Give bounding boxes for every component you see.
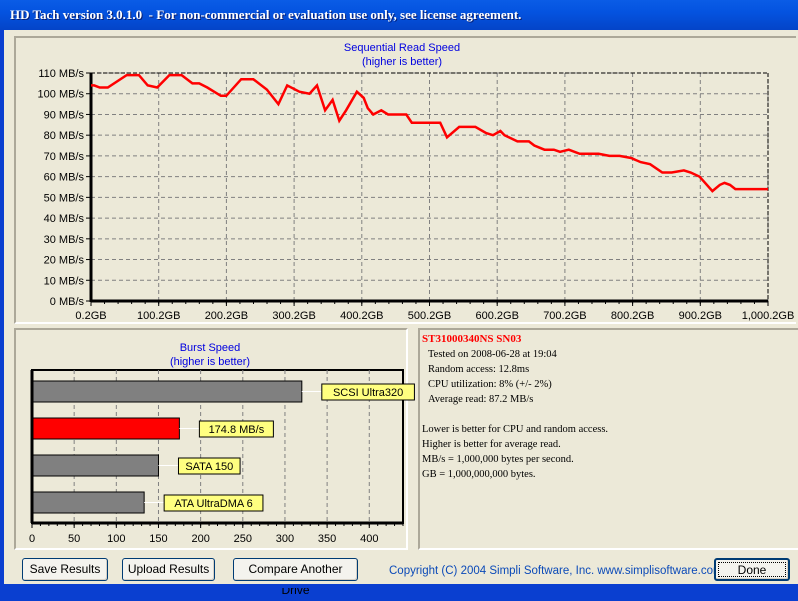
bar-label: SATA 150 xyxy=(185,461,233,473)
x-tick-label: 0 xyxy=(29,533,35,545)
x-tick-label: 250 xyxy=(234,533,252,545)
x-tick-label: 100 xyxy=(107,533,125,545)
note-line: Lower is better for CPU and random acces… xyxy=(422,424,609,435)
x-tick-label: 150 xyxy=(149,533,167,545)
random-access: Random access: 12.8ms xyxy=(428,364,530,375)
burst-bar xyxy=(31,417,180,440)
burst-bar xyxy=(31,491,145,514)
done-button[interactable]: Done xyxy=(714,558,790,581)
bar-label: 174.8 MB/s xyxy=(209,424,265,436)
x-tick-label: 400 xyxy=(360,533,378,545)
x-tick-label: 300 xyxy=(276,533,294,545)
save-results-button[interactable]: Save Results xyxy=(22,558,108,581)
x-tick-label: 900.2GB xyxy=(679,310,722,322)
upload-results-label: Upload Results xyxy=(127,562,210,576)
note-line: GB = 1,000,000,000 bytes. xyxy=(422,469,536,480)
cpu-utilization: CPU utilization: 8% (+/- 2%) xyxy=(428,379,552,390)
save-results-label: Save Results xyxy=(29,562,101,576)
burst-speed-chart: 0 50 100 150 200 250 300 350 400 SCSI Ultra320 174… xyxy=(29,369,415,545)
upload-results-button[interactable]: Upload Results xyxy=(122,558,215,581)
bar-label: ATA UltraDMA 6 xyxy=(174,498,252,510)
x-tick-label: 350 xyxy=(318,533,336,545)
burst-bar xyxy=(31,454,159,477)
compare-drive-label: Compare Another Drive xyxy=(248,562,343,597)
test-date: Tested on 2008-06-28 at 19:04 xyxy=(428,349,557,360)
copyright-text: Copyright (C) 2004 Simpli Software, Inc.… xyxy=(389,565,723,577)
x-tick-label: 200 xyxy=(191,533,209,545)
x-tick-label: 1,000.2GB xyxy=(742,310,795,322)
burst-bar xyxy=(31,380,303,403)
x-tick-label: 800.2GB xyxy=(611,310,654,322)
window-bottom-border xyxy=(0,584,798,588)
x-tick-label: 700.2GB xyxy=(543,310,586,322)
drive-model: ST31000340NS SN03 xyxy=(422,333,522,345)
average-read: Average read: 87.2 MB/s xyxy=(428,394,534,405)
x-tick-label: 50 xyxy=(68,533,80,545)
bar-label: SCSI Ultra320 xyxy=(333,387,403,399)
compare-drive-button[interactable]: Compare Another Drive xyxy=(233,558,358,597)
note-line: Higher is better for average read. xyxy=(422,439,561,450)
results-info: ST31000340NS SN03 Tested on 2008-06-28 a… xyxy=(422,332,608,482)
note-line: MB/s = 1,000,000 bytes per second. xyxy=(422,454,574,465)
x-tick-label: 600.2GB xyxy=(475,310,518,322)
